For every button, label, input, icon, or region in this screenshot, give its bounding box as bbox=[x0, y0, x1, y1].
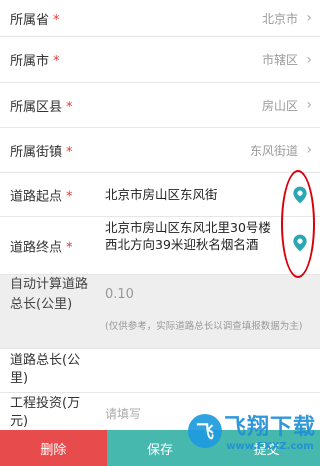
chevron-right-icon: › bbox=[306, 142, 312, 158]
street-value: 东风街道 bbox=[249, 143, 298, 158]
street-label: 所属街镇 * bbox=[10, 144, 73, 160]
watermark-title: 飞翔下载 bbox=[223, 415, 316, 440]
chevron-right-icon: › bbox=[306, 10, 312, 26]
delete-button[interactable]: 删除 bbox=[0, 430, 107, 466]
chevron-right-icon: › bbox=[306, 97, 312, 113]
road-start-row: 道路起点 * 北京市房山区东风街 bbox=[0, 173, 320, 217]
city-label: 所属市 * bbox=[10, 54, 60, 69]
watermark: 飞 飞翔下载 www.FXXZ.com bbox=[187, 409, 316, 452]
watermark-logo: 飞 bbox=[187, 413, 222, 448]
street-row[interactable]: 所属街镇 * 东风街道 › bbox=[0, 128, 320, 173]
auto-length-label: 自动计算道路总长(公里) bbox=[10, 277, 89, 312]
road-start-value[interactable]: 北京市房山区东风街 bbox=[105, 186, 280, 203]
city-value: 市辖区 bbox=[261, 53, 298, 67]
province-label: 所属省 * bbox=[10, 12, 60, 28]
watermark-url: www.FXXZ.com bbox=[226, 441, 314, 452]
province-row[interactable]: 所属省 * 北京市 › bbox=[0, 0, 320, 37]
road-length-label: 道路总长(公里) bbox=[10, 353, 81, 386]
auto-length-row: 自动计算道路总长(公里) 0.10 (仅供参考，实际道路总长以调查填报数据为主) bbox=[0, 275, 320, 349]
location-pin-icon[interactable] bbox=[290, 233, 310, 253]
city-row[interactable]: 所属市 * 市辖区 › bbox=[0, 37, 320, 83]
auto-length-value: 0.10 bbox=[105, 287, 134, 302]
chevron-right-icon: › bbox=[306, 51, 312, 68]
road-start-label: 道路起点 * bbox=[10, 189, 73, 204]
road-length-row[interactable]: 道路总长(公里) bbox=[0, 349, 320, 393]
road-end-row: 道路终点 * 北京市房山区东风北里30号楼西北方向39米迎秋名烟名酒 bbox=[0, 217, 320, 275]
district-value: 房山区 bbox=[261, 98, 298, 113]
investment-label: 工程投资(万元) bbox=[10, 396, 81, 429]
investment-input[interactable]: 请填写 bbox=[105, 405, 141, 422]
district-row[interactable]: 所属区县 * 房山区 › bbox=[0, 83, 320, 128]
auto-length-note: (仅供参考，实际道路总长以调查填报数据为主) bbox=[105, 321, 303, 332]
district-label: 所属区县 * bbox=[10, 99, 73, 115]
road-end-label: 道路终点 * bbox=[10, 240, 73, 255]
location-pin-icon[interactable] bbox=[290, 185, 310, 205]
province-value: 北京市 bbox=[261, 11, 298, 26]
road-end-value[interactable]: 北京市房山区东风北里30号楼西北方向39米迎秋名烟名酒 bbox=[105, 219, 280, 253]
